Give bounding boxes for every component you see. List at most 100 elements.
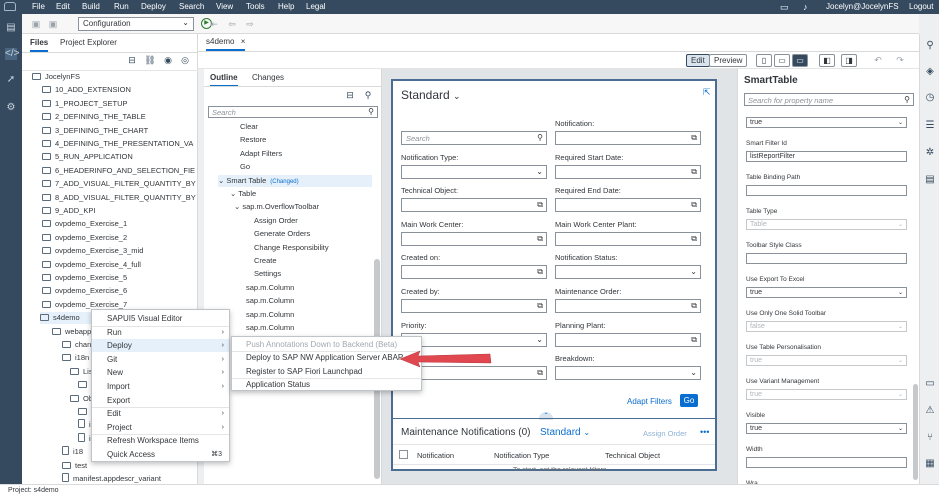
search-icon[interactable]: ⚲ xyxy=(368,107,374,116)
outline-item[interactable]: Settings xyxy=(254,268,281,280)
back-icon[interactable]: ⇦ xyxy=(226,18,238,30)
tree-item[interactable]: i xyxy=(78,419,91,431)
undo-change-icon[interactable]: ↶ xyxy=(872,54,884,66)
column-notification-type[interactable]: Notification Type xyxy=(494,451,549,460)
variant-title[interactable]: Standard ⌄ xyxy=(401,88,461,102)
property-select[interactable]: true ⌄ xyxy=(746,355,907,366)
tree-item[interactable]: Lis xyxy=(70,366,93,378)
tree-item[interactable]: Ob xyxy=(70,393,93,405)
menu-deploy[interactable]: Deploy xyxy=(141,2,166,11)
tree-item[interactable]: chan xyxy=(62,339,91,351)
desktop-icon[interactable]: ▭ xyxy=(792,54,808,67)
priority-select[interactable]: ⌄ xyxy=(401,333,547,347)
go-button[interactable]: Go xyxy=(680,394,698,407)
menu-tools[interactable]: Tools xyxy=(246,2,265,11)
outline-item[interactable]: Go xyxy=(240,161,250,173)
menu-build[interactable]: Build xyxy=(82,2,100,11)
tree-item[interactable]: 5_RUN_APPLICATION xyxy=(42,151,133,163)
outline-item[interactable]: ⌄ sap.m.OverflowToolbar xyxy=(234,201,319,213)
property-select[interactable]: true ⌄ xyxy=(746,117,907,128)
tree-item[interactable]: ovpdemo_Exercise_1 xyxy=(42,218,127,230)
tree-item[interactable]: webapp xyxy=(52,326,91,338)
outline-item[interactable]: Assign Order xyxy=(254,215,298,227)
git-icon[interactable]: ⑂ xyxy=(924,432,936,444)
property-search-input[interactable]: Search for property name ⚲ xyxy=(744,93,914,106)
value-help-icon[interactable]: ⧉ xyxy=(537,267,543,277)
created-on-field[interactable]: ⧉ xyxy=(401,265,547,279)
collapse-outline-icon[interactable]: ⊟ xyxy=(344,89,356,101)
forward-icon[interactable]: ⇨ xyxy=(244,18,256,30)
phone-icon[interactable]: ▯ xyxy=(756,54,772,67)
tab-outline[interactable]: Outline xyxy=(210,73,238,87)
menu-legal[interactable]: Legal xyxy=(306,2,326,11)
property-input[interactable] xyxy=(746,185,907,196)
outline-item[interactable]: Create xyxy=(254,255,277,267)
tab-changes[interactable]: Changes xyxy=(252,73,284,82)
context-menu-item[interactable]: SAPUI5 Visual Editor xyxy=(92,312,229,325)
clipboard-icon[interactable]: ▤ xyxy=(924,174,936,186)
outline-item[interactable]: sap.m.Column xyxy=(246,309,294,321)
deploy-rocket-icon[interactable]: ➚ xyxy=(5,74,17,86)
context-menu-item[interactable]: Project › xyxy=(92,421,229,434)
bug-icon[interactable]: ✲ xyxy=(924,147,936,159)
tree-item[interactable]: i18 xyxy=(62,446,83,458)
menu-run[interactable]: Run xyxy=(114,2,129,11)
tree-item[interactable]: i xyxy=(78,432,91,445)
logout-link[interactable]: Logout xyxy=(909,2,933,11)
context-menu-item[interactable]: Git › xyxy=(92,353,229,366)
technical-object-field[interactable]: ⧉ xyxy=(401,198,547,212)
outline-item[interactable]: ⌄ Smart Table (Changed) xyxy=(218,174,372,187)
created-by-field[interactable]: ⧉ xyxy=(401,299,547,313)
edit-button[interactable]: Edit xyxy=(686,54,710,67)
property-input[interactable]: listReportFilter xyxy=(746,151,907,162)
tab-files[interactable]: Files xyxy=(30,38,49,52)
context-menu-item[interactable]: Refresh Workspace Items xyxy=(92,434,229,447)
tree-item[interactable]: 8_ADD_VISUAL_FILTER_QUANTITY_BY xyxy=(42,192,196,204)
tree-item[interactable]: ovpdemo_Exercise_3_mid xyxy=(42,245,143,257)
console-icon[interactable]: ▭ xyxy=(924,378,936,390)
tree-item[interactable]: 2_DEFINING_THE_TABLE xyxy=(42,111,146,123)
binoculars-icon[interactable]: ◎ xyxy=(179,54,191,66)
notification-type-select[interactable]: ⌄ xyxy=(401,165,547,179)
save-icon[interactable]: ▣ xyxy=(30,18,42,30)
problems-warning-icon[interactable]: ⚠ xyxy=(924,405,936,417)
preview-button[interactable]: Preview xyxy=(709,54,748,67)
toggle-right-panel-icon[interactable]: ◨ xyxy=(841,54,857,67)
maintenance-order-field[interactable]: ⧉ xyxy=(555,299,701,313)
outline-item[interactable]: Generate Orders xyxy=(254,228,310,240)
run-configuration-select[interactable]: Configuration ⌄ xyxy=(78,17,194,31)
column-notification[interactable]: Notification xyxy=(417,451,454,460)
development-icon[interactable]: </> xyxy=(5,48,19,60)
notification-bell-icon[interactable]: ♪ xyxy=(803,2,808,12)
properties-scrollbar[interactable] xyxy=(913,384,918,480)
table-variant[interactable]: Standard ⌄ xyxy=(540,427,590,438)
tree-item[interactable]: 9_ADD_KPI xyxy=(42,205,95,217)
menu-view[interactable]: View xyxy=(216,2,233,11)
chat-icon[interactable]: ▭ xyxy=(780,2,789,13)
api-reference-icon[interactable]: ◈ xyxy=(924,66,936,78)
tree-item[interactable]: 7_ADD_VISUAL_FILTER_QUANTITY_BY xyxy=(42,178,196,190)
collapse-all-icon[interactable]: ⊟ xyxy=(126,54,138,66)
git-pane-icon[interactable]: ▦ xyxy=(924,458,936,470)
tree-item[interactable]: ovpdemo_Exercise_2 xyxy=(42,232,127,244)
tree-item[interactable]: 4_DEFINING_THE_PRESENTATION_VA xyxy=(42,138,193,150)
required-end-date-field[interactable]: ⧉ xyxy=(555,198,701,212)
editor-tab-s4demo[interactable]: s4demo × xyxy=(206,37,246,51)
expand-icon[interactable]: ⌄ xyxy=(230,189,238,198)
column-technical-object[interactable]: Technical Object xyxy=(605,451,660,460)
menu-search[interactable]: Search xyxy=(179,2,204,11)
tree-item[interactable]: ovpdemo_Exercise_6 xyxy=(42,285,127,297)
tree-item[interactable]: i18n xyxy=(62,352,89,364)
filter-search-input[interactable]: Search ⚲ xyxy=(401,131,547,145)
property-select[interactable]: Table ⌄ xyxy=(746,219,907,230)
breakdown-select[interactable]: ⌄ xyxy=(555,366,701,380)
value-help-icon[interactable]: ⧉ xyxy=(691,301,697,311)
settings-gear-icon[interactable]: ⚙ xyxy=(5,102,17,114)
context-menu-item[interactable]: Quick Access ⌘3 xyxy=(92,448,229,461)
outline-item[interactable]: sap.m.Column xyxy=(246,295,294,307)
outline-search-input[interactable]: Search ⚲ xyxy=(208,106,378,118)
planning-plant-field[interactable]: ⧉ xyxy=(555,333,701,347)
share-icon[interactable]: ⇱ xyxy=(703,87,711,98)
property-select[interactable]: true ⌄ xyxy=(746,389,907,400)
undo-icon[interactable]: ⇤ xyxy=(208,18,220,30)
